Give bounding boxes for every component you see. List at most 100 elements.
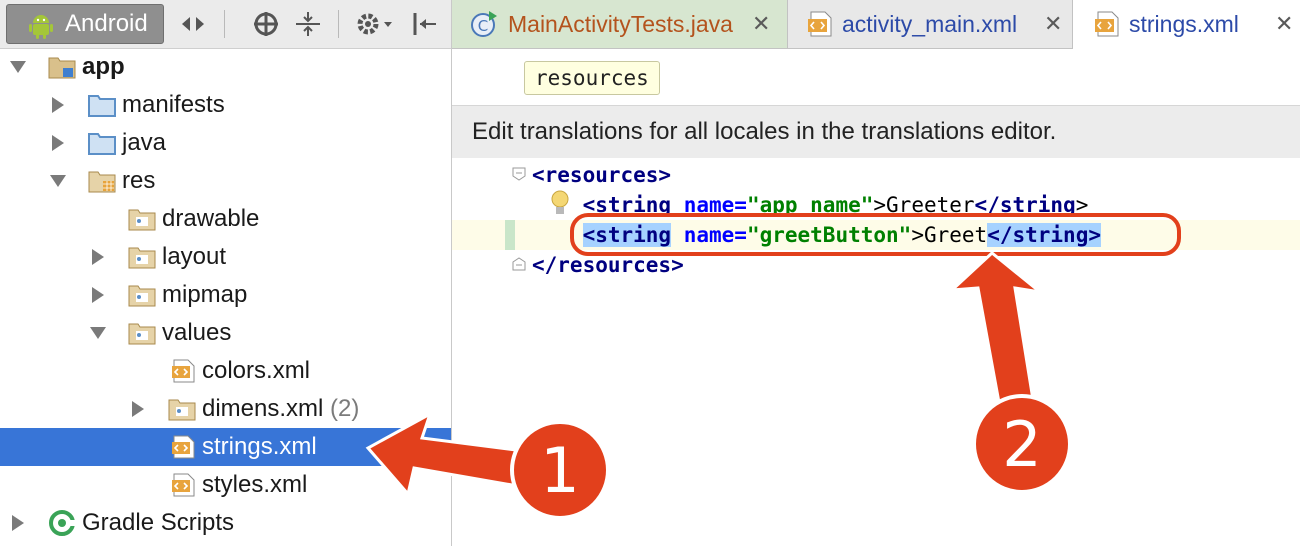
folder-icon bbox=[128, 323, 156, 345]
tree-item-dimens-xml[interactable]: dimens.xml (2) bbox=[0, 390, 451, 428]
folder-icon bbox=[168, 399, 196, 421]
gradle-icon bbox=[49, 510, 76, 536]
tree-item-colors-xml[interactable]: colors.xml bbox=[0, 352, 451, 390]
tree-item-values[interactable]: values bbox=[0, 314, 451, 352]
xml-file-icon bbox=[172, 359, 195, 383]
file-count-badge: (2) bbox=[330, 395, 360, 422]
notification-text: Edit translations for all locales in the… bbox=[472, 118, 1057, 145]
tree-item-drawable[interactable]: drawable bbox=[0, 200, 451, 238]
tree-item-label: app bbox=[82, 53, 125, 80]
tree-item-label: res bbox=[122, 167, 156, 194]
res-folder-icon bbox=[88, 171, 116, 193]
tree-item-manifests[interactable]: manifests bbox=[0, 86, 451, 124]
xml-attribute: name= bbox=[671, 193, 747, 217]
xml-value: "greetButton" bbox=[746, 223, 912, 247]
change-marker bbox=[505, 220, 515, 250]
xml-tag: <string bbox=[582, 193, 672, 217]
chevron-down-icon[interactable] bbox=[88, 314, 108, 352]
chevron-right-icon[interactable] bbox=[48, 86, 68, 124]
chevron-right-icon[interactable] bbox=[8, 504, 28, 542]
tree-item-res[interactable]: res bbox=[0, 162, 451, 200]
fold-icon[interactable] bbox=[511, 256, 527, 272]
tree-item-gradle-scripts[interactable]: Gradle Scripts bbox=[0, 504, 451, 542]
tree-item-label: java bbox=[122, 129, 167, 156]
project-panel: Android app manifests java res drawable … bbox=[0, 0, 452, 546]
editor-area: C MainActivityTests.java ✕ activity_main… bbox=[452, 0, 1300, 546]
close-tab-icon[interactable]: ✕ bbox=[1275, 0, 1293, 48]
folder-icon bbox=[88, 133, 116, 155]
folder-icon bbox=[128, 247, 156, 269]
xml-tag: <string bbox=[582, 223, 672, 247]
tree-item-label-text: dimens.xml bbox=[202, 395, 324, 422]
tree-item-label: drawable bbox=[162, 205, 260, 232]
xml-tag: </string> bbox=[987, 223, 1101, 247]
gear-icon[interactable] bbox=[354, 8, 394, 40]
code-line-4: </resources> bbox=[532, 250, 684, 280]
code-line-2: <string name="app_name">Greeter</string> bbox=[532, 190, 1089, 220]
project-toolbar: Android bbox=[0, 0, 451, 49]
folder-icon bbox=[128, 285, 156, 307]
folder-icon bbox=[128, 209, 156, 231]
tab-label: strings.xml bbox=[1129, 11, 1239, 37]
collapse-all-icon[interactable] bbox=[294, 8, 322, 40]
code-editor[interactable]: <resources> <string name="app_name">Gree… bbox=[452, 158, 1300, 546]
xml-file-icon bbox=[172, 473, 195, 497]
tree-item-label: mipmap bbox=[162, 281, 248, 308]
android-icon bbox=[29, 15, 53, 39]
xml-tag: </resources> bbox=[532, 253, 684, 277]
tab-label: activity_main.xml bbox=[842, 11, 1018, 37]
tree-item-label: styles.xml bbox=[202, 471, 308, 498]
hide-panel-icon[interactable] bbox=[410, 8, 438, 40]
breadcrumb-bar: resources bbox=[452, 49, 1300, 105]
chevron-down-icon[interactable] bbox=[48, 162, 68, 200]
close-tab-icon[interactable]: ✕ bbox=[1044, 0, 1062, 48]
view-selector-label: Android bbox=[65, 10, 148, 37]
tree-item-strings-xml[interactable]: strings.xml bbox=[0, 428, 451, 466]
tree-item-label: dimens.xml (2) bbox=[202, 390, 359, 428]
xml-text: >Greeter bbox=[873, 193, 975, 217]
tree-item-java[interactable]: java bbox=[0, 124, 451, 162]
translations-notification[interactable]: Edit translations for all locales in the… bbox=[452, 105, 1300, 159]
xml-text: > bbox=[1075, 193, 1089, 217]
toolbar-divider bbox=[224, 10, 225, 38]
xml-file-icon bbox=[172, 435, 195, 459]
module-folder-icon bbox=[48, 57, 76, 79]
tree-item-app[interactable]: app bbox=[0, 48, 451, 86]
editor-tabs: C MainActivityTests.java ✕ activity_main… bbox=[452, 0, 1300, 49]
xml-tag: </string bbox=[974, 193, 1076, 217]
locate-file-icon[interactable] bbox=[252, 8, 280, 40]
tab-label: MainActivityTests.java bbox=[508, 11, 733, 37]
tree-item-label: values bbox=[162, 319, 232, 346]
xml-tag: <resources> bbox=[532, 163, 672, 187]
tab-mainactivitytests-java[interactable]: C MainActivityTests.java ✕ bbox=[452, 0, 788, 48]
tree-item-label: colors.xml bbox=[202, 357, 311, 384]
tab-strings-xml[interactable]: strings.xml ✕ bbox=[1073, 0, 1300, 49]
code-line-1: <resources> bbox=[532, 160, 671, 190]
close-tab-icon[interactable]: ✕ bbox=[752, 0, 770, 48]
java-class-icon: C bbox=[471, 11, 497, 37]
chevron-right-icon[interactable] bbox=[128, 390, 148, 428]
switch-view-icon[interactable] bbox=[178, 8, 208, 40]
tree-item-label: strings.xml bbox=[202, 433, 317, 460]
folder-icon bbox=[88, 95, 116, 117]
xml-file-icon bbox=[1095, 11, 1119, 37]
tree-item-label: manifests bbox=[122, 91, 225, 118]
breadcrumb[interactable]: resources bbox=[524, 61, 660, 95]
svg-text:C: C bbox=[478, 17, 488, 35]
chevron-right-icon[interactable] bbox=[48, 124, 68, 162]
chevron-right-icon[interactable] bbox=[88, 276, 108, 314]
tree-item-layout[interactable]: layout bbox=[0, 238, 451, 276]
tree-item-styles-xml[interactable]: styles.xml bbox=[0, 466, 451, 504]
toolbar-divider bbox=[338, 10, 339, 38]
fold-icon[interactable] bbox=[511, 166, 527, 182]
chevron-right-icon[interactable] bbox=[88, 238, 108, 276]
tab-activity-main-xml[interactable]: activity_main.xml ✕ bbox=[788, 0, 1073, 48]
xml-text: >Greet bbox=[911, 223, 988, 247]
tree-item-mipmap[interactable]: mipmap bbox=[0, 276, 451, 314]
code-line-3: <string name="greetButton">Greet</string… bbox=[532, 220, 1101, 250]
view-selector-dropdown[interactable]: Android bbox=[6, 4, 164, 44]
chevron-down-icon[interactable] bbox=[8, 48, 28, 86]
xml-file-icon bbox=[808, 11, 832, 37]
